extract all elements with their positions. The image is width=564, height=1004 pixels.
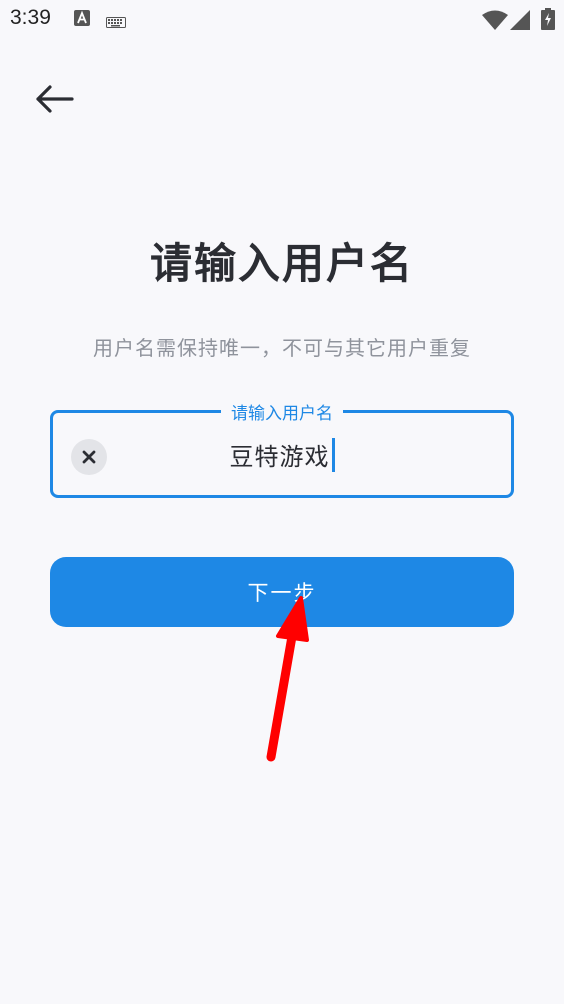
page-title: 请输入用户名: [149, 239, 414, 288]
a-keyboard-icon: [74, 10, 90, 30]
annotation-arrow: [266, 596, 309, 762]
arrow-left-icon: [36, 85, 74, 113]
input-value-row: 豆特游戏: [53, 437, 511, 472]
input-value: 豆特游戏: [229, 443, 330, 471]
input-label: 请输入用户名: [221, 399, 343, 424]
screen: 3:39 请输入用户名 用户名需保持唯一，不可与其它用户重复 请输入用户名 豆特…: [0, 0, 564, 1004]
back-button[interactable]: [30, 80, 80, 120]
signal-icon: [510, 10, 530, 34]
text-caret: [331, 438, 335, 472]
page-subtitle: 用户名需保持唯一，不可与其它用户重复: [93, 336, 471, 360]
next-button-label: 下一步: [247, 581, 317, 605]
wifi-icon: [482, 10, 508, 34]
next-button[interactable]: 下一步: [50, 557, 514, 627]
username-input[interactable]: 请输入用户名 豆特游戏: [50, 399, 514, 498]
battery-icon: [541, 8, 555, 34]
status-time: 3:39: [10, 6, 51, 29]
status-bar: 3:39: [0, 0, 564, 38]
keyboard-icon: [106, 13, 126, 32]
